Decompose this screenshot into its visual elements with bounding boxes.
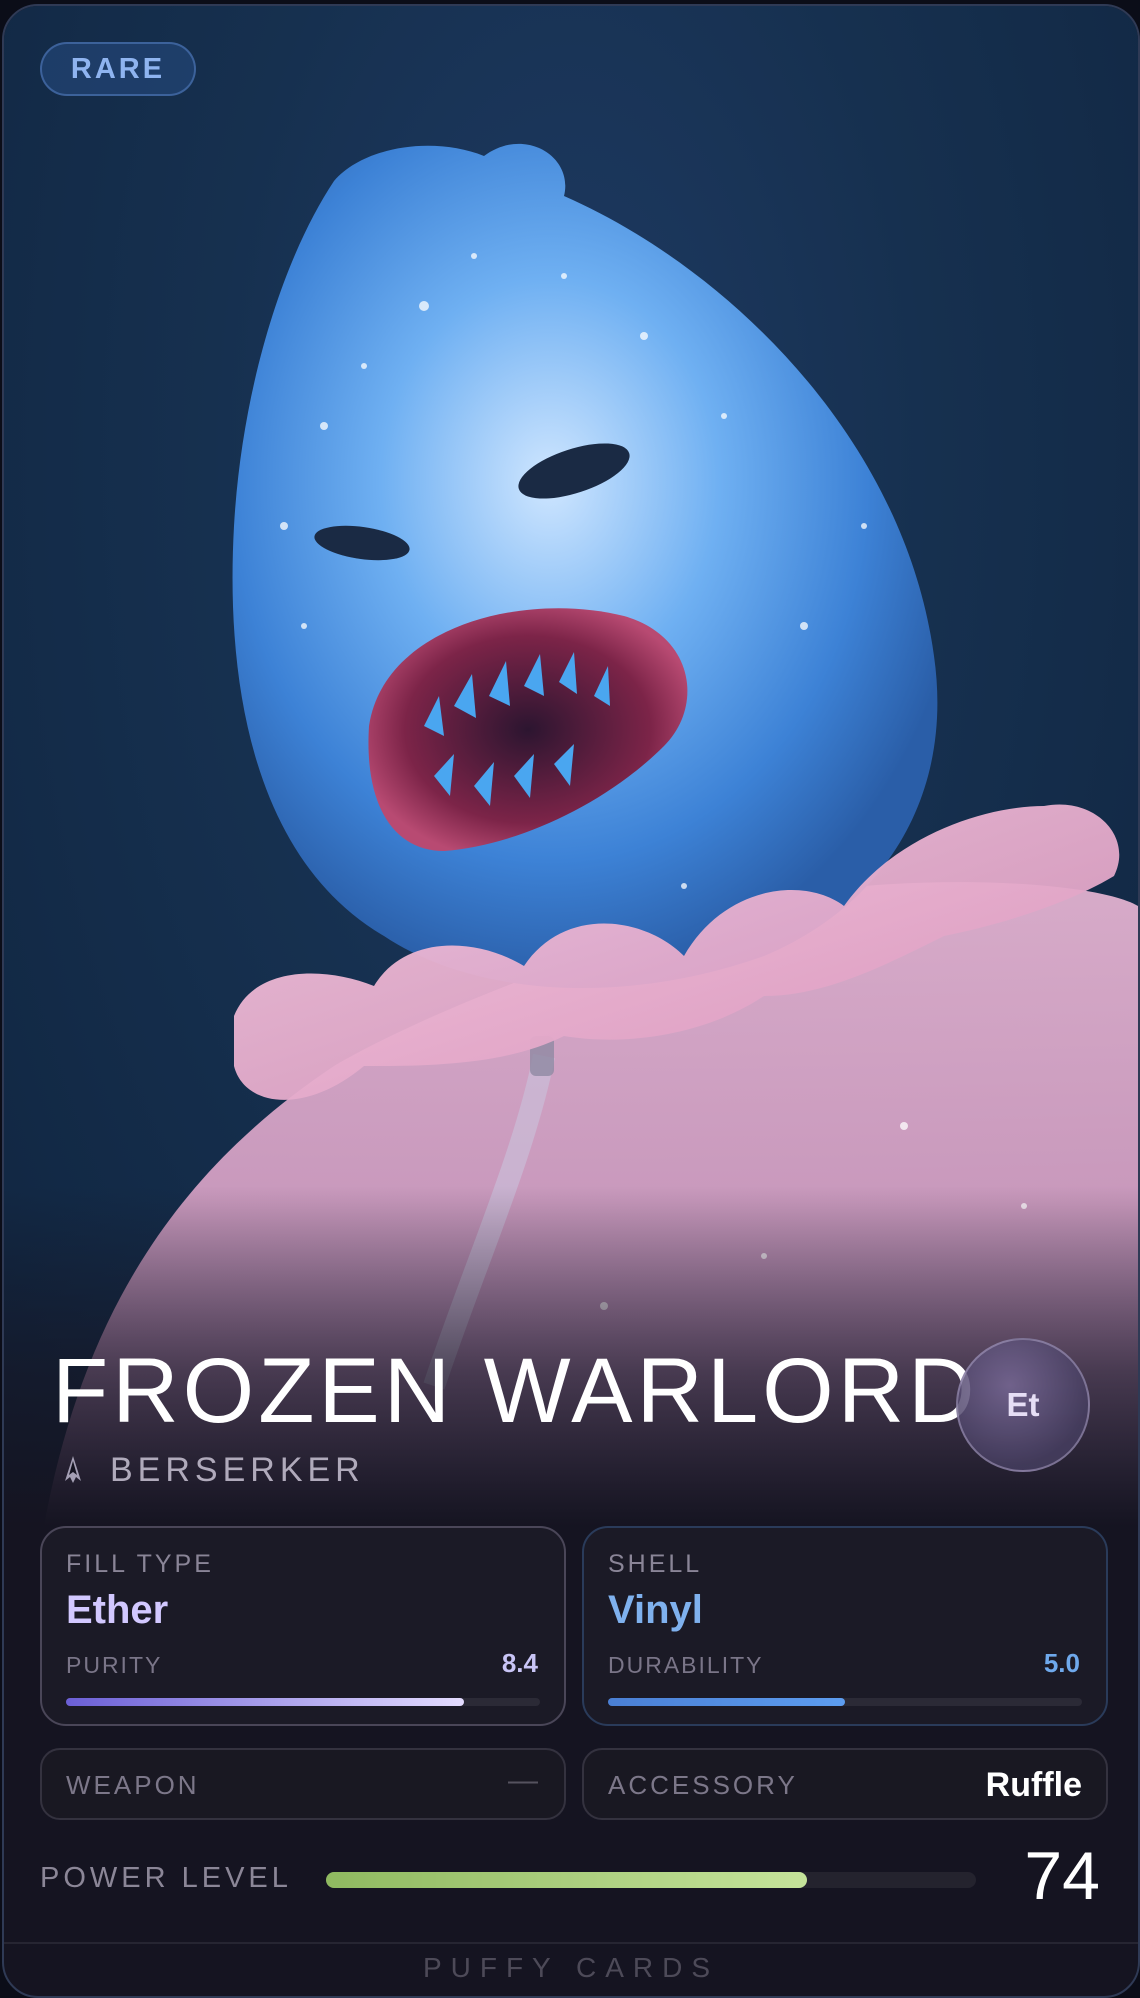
accessory-slot[interactable]: ACCESSORY Ruffle [582, 1748, 1108, 1820]
power-level-value: 74 [1024, 1838, 1100, 1914]
durability-bar [608, 1698, 845, 1706]
durability-value: 5.0 [1043, 1648, 1080, 1678]
weapon-label: WEAPON [66, 1770, 200, 1800]
durability-label: DURABILITY [608, 1652, 764, 1678]
shell-value: Vinyl [608, 1588, 703, 1632]
card-title: FROZEN WARLORD [52, 1340, 979, 1442]
power-level-bar [326, 1872, 807, 1888]
weapon-value: — [508, 1764, 538, 1797]
purity-track [66, 1698, 540, 1706]
accessory-label: ACCESSORY [608, 1770, 798, 1800]
rarity-badge: RARE [40, 42, 196, 96]
power-level-label: POWER LEVEL [40, 1862, 292, 1894]
power-level-track [326, 1872, 976, 1888]
purity-value: 8.4 [501, 1648, 538, 1678]
berserker-icon [65, 1456, 81, 1483]
accessory-value: Ruffle [985, 1766, 1082, 1804]
purity-bar [66, 1698, 465, 1706]
fill-type-panel: FILL TYPE Ether PURITY 8.4 [40, 1526, 566, 1726]
class-label: BERSERKER [110, 1450, 365, 1489]
footer-divider [4, 1942, 1138, 1944]
shell-panel: SHELL Vinyl DURABILITY 5.0 [582, 1526, 1108, 1726]
character-card[interactable]: RARE FROZEN WARLORD Et BERSERKER FILL TY… [2, 4, 1140, 1998]
footer-brand: PUFFY CARDS [422, 1952, 720, 1983]
character-artwork [4, 6, 1138, 1526]
element-badge[interactable]: Et [956, 1338, 1090, 1472]
fill-type-value: Ether [66, 1588, 169, 1632]
durability-track [608, 1698, 1082, 1706]
purity-label: PURITY [66, 1652, 163, 1678]
weapon-slot[interactable]: WEAPON — [40, 1748, 566, 1820]
shell-label: SHELL [608, 1550, 703, 1578]
class-row: BERSERKER [56, 1448, 365, 1492]
fill-type-label: FILL TYPE [66, 1550, 214, 1578]
